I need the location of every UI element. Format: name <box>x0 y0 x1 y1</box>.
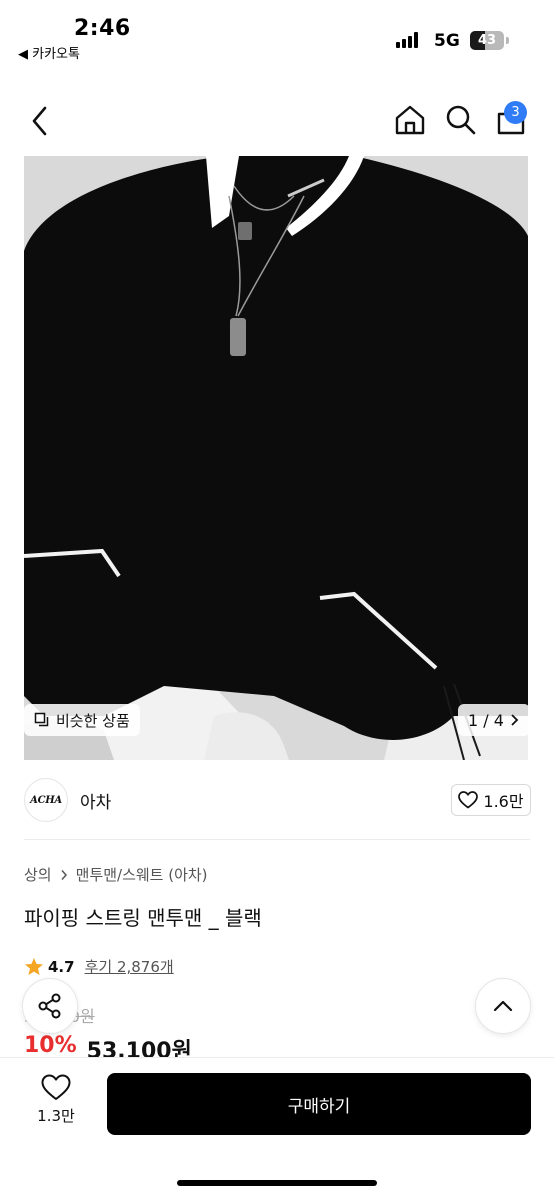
discount-rate: 10% <box>24 1033 77 1057</box>
brand-row[interactable]: ACHA 아차 1.6만 <box>0 774 554 830</box>
chevron-right-icon <box>61 869 67 880</box>
chevron-up-icon <box>493 1000 513 1012</box>
review-count-link[interactable]: 후기 2,876개 <box>85 956 174 977</box>
share-icon <box>38 993 61 1019</box>
rating-row: 4.7 후기 2,876개 <box>24 956 174 977</box>
back-arrow-icon[interactable] <box>26 104 54 138</box>
divider <box>24 839 530 840</box>
home-icon[interactable] <box>393 103 427 137</box>
back-to-app-link[interactable]: ◀ 카카오톡 <box>18 43 80 62</box>
breadcrumb-subcategory[interactable]: 맨투맨/스웨트 (아차) <box>76 864 208 885</box>
product-image[interactable] <box>24 156 528 760</box>
similar-products-label: 비슷한 상품 <box>56 711 130 730</box>
chevron-right-icon <box>511 714 519 726</box>
scroll-to-top-button[interactable] <box>475 978 531 1034</box>
status-bar: 2:46 ◀ 카카오톡 5G 43 <box>0 0 554 72</box>
brand-name[interactable]: 아차 <box>80 788 111 813</box>
cart-count-badge: 3 <box>504 101 527 124</box>
battery-tip <box>506 37 509 44</box>
image-page-counter[interactable]: 1 / 4 <box>458 704 530 736</box>
rating-value: 4.7 <box>48 957 75 976</box>
star-icon <box>25 957 43 975</box>
brand-like-count: 1.6만 <box>483 792 524 811</box>
brand-logo[interactable]: ACHA <box>24 778 68 822</box>
status-time: 2:46 <box>74 16 131 41</box>
wishlist-button[interactable]: 1.3만 <box>24 1074 88 1134</box>
copy-icon <box>34 712 49 727</box>
page-counter-text: 1 / 4 <box>468 710 504 730</box>
heart-icon <box>458 791 479 809</box>
heart-icon <box>41 1074 71 1100</box>
sale-price: 53,100원 <box>86 1039 192 1057</box>
search-icon[interactable] <box>444 103 478 137</box>
buy-button[interactable]: 구매하기 <box>107 1073 531 1135</box>
similar-products-button[interactable]: 비슷한 상품 <box>24 704 140 736</box>
home-indicator <box>177 1180 377 1186</box>
signal-icon <box>396 32 422 48</box>
price-row: 10% 53,100원 <box>24 1033 192 1057</box>
breadcrumb: 상의 맨투맨/스웨트 (아차) <box>24 864 208 885</box>
product-photo <box>24 156 528 760</box>
brand-like-button[interactable]: 1.6만 <box>451 784 531 816</box>
battery-icon: 43 <box>470 31 504 50</box>
product-title: 파이핑 스트링 맨투맨 _ 블랙 <box>24 906 262 930</box>
share-button[interactable] <box>22 978 78 1034</box>
wishlist-count: 1.3만 <box>37 1107 75 1125</box>
network-type: 5G <box>434 31 460 51</box>
breadcrumb-category[interactable]: 상의 <box>24 864 52 885</box>
battery-percent: 43 <box>477 33 497 48</box>
